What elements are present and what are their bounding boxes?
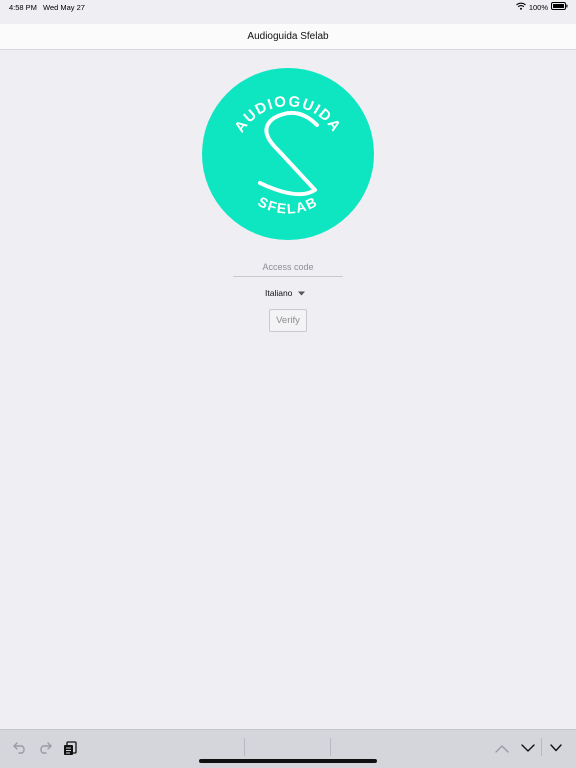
status-time: 4:58 PM [9,3,37,12]
status-indicators: 100% [515,2,568,12]
dropdown-caret-icon [298,288,306,298]
status-bar: 4:58 PM Wed May 27 100% [0,0,576,24]
page-title: Audioguida Sfelab [247,31,329,42]
dismiss-keyboard-icon[interactable] [545,737,567,759]
chevron-up-icon[interactable] [491,737,513,759]
verify-button[interactable]: Verify [269,309,307,332]
paste-icon[interactable] [59,737,81,759]
chevron-down-icon[interactable] [517,737,539,759]
app-logo: AUDIOGUIDA SFELAB [202,68,374,240]
navigation-bar: Audioguida Sfelab [0,24,576,50]
home-indicator [199,759,377,763]
language-select[interactable]: Italiano [265,286,306,300]
toolbar-divider [541,738,542,756]
redo-icon[interactable] [34,737,56,759]
battery-icon [551,2,568,12]
toolbar-divider [244,738,245,756]
toolbar-divider [330,738,331,756]
access-code-input[interactable] [233,258,343,277]
status-date: Wed May 27 [43,3,85,12]
undo-icon[interactable] [9,737,31,759]
wifi-icon [515,2,526,12]
language-selected-value: Italiano [265,288,293,298]
battery-percent: 100% [528,2,548,12]
